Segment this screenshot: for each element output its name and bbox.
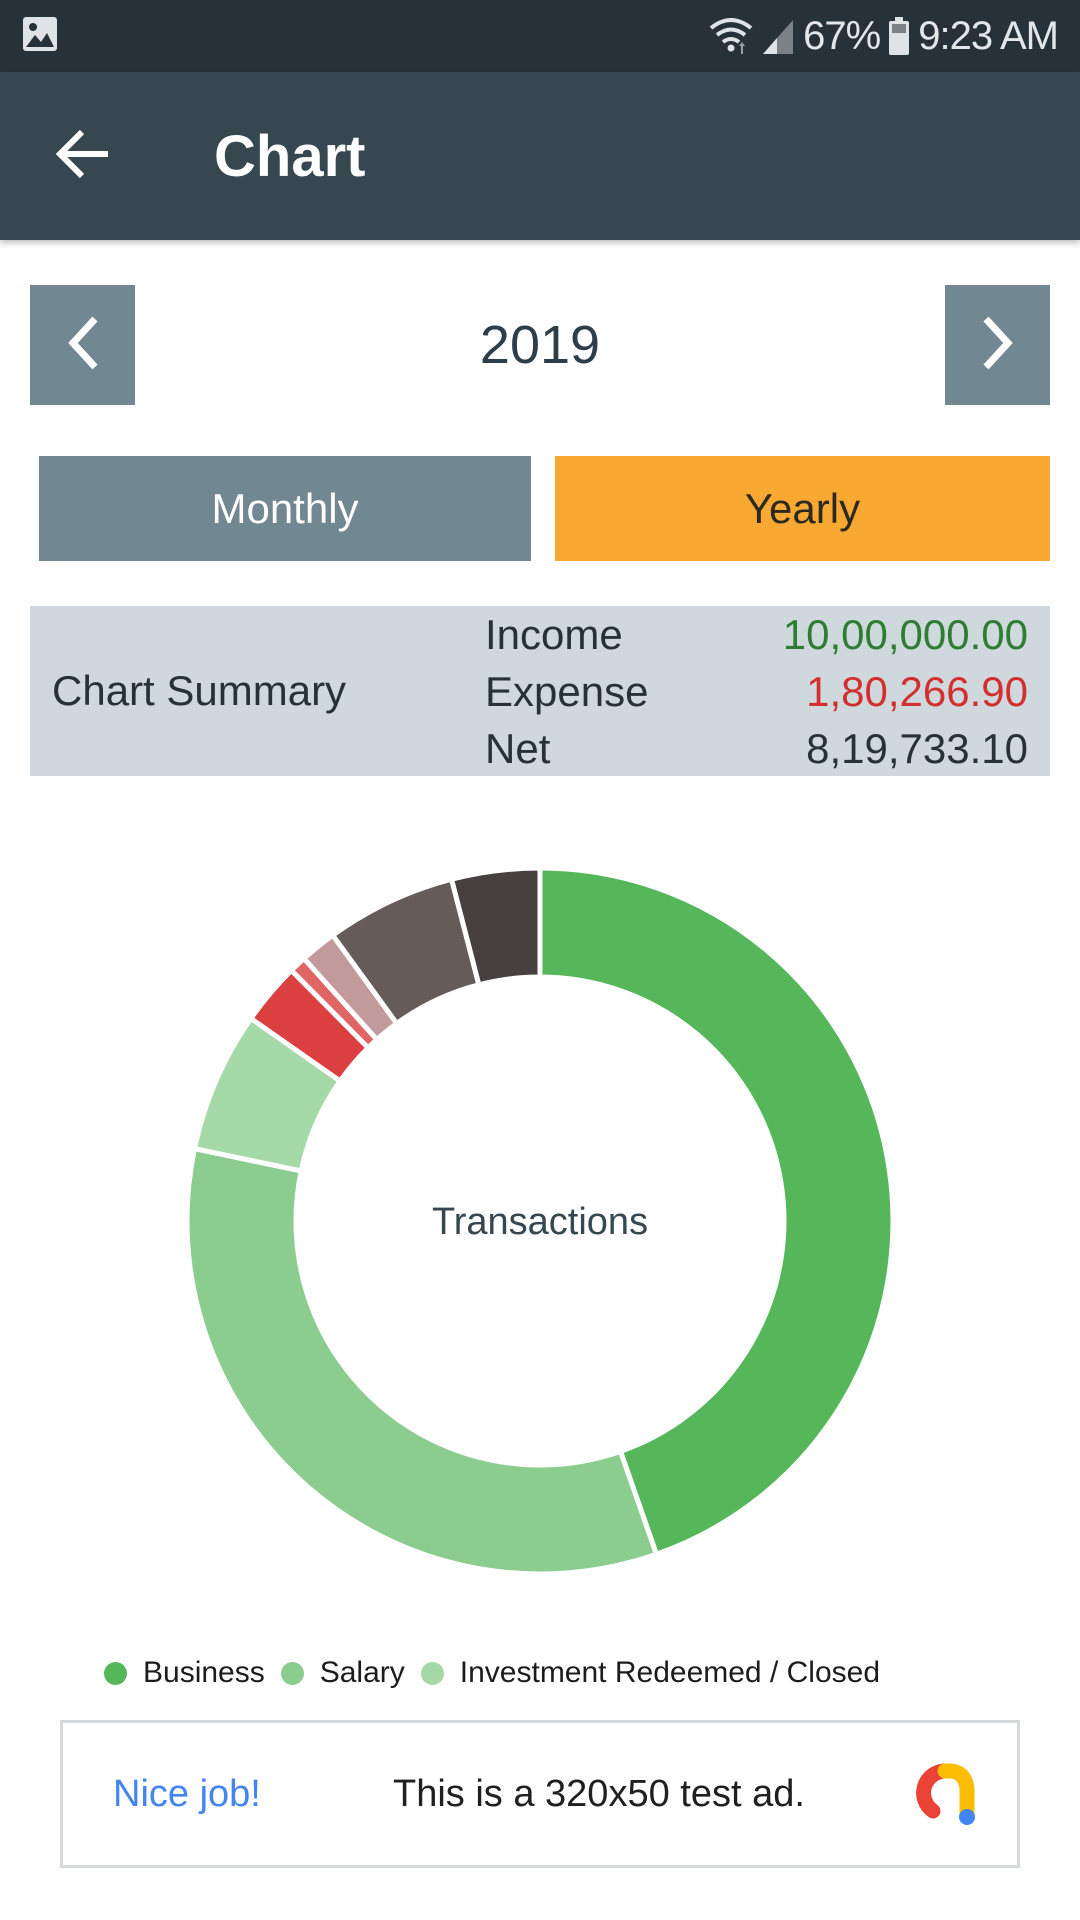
back-button[interactable] — [34, 106, 134, 206]
donut-chart-svg: Transactions — [184, 865, 896, 1577]
legend-dot — [104, 1661, 127, 1685]
arrow-left-icon — [55, 129, 112, 184]
expense-label: Expense — [485, 667, 649, 715]
legend-item-salary[interactable]: Salary — [280, 1656, 405, 1690]
clock: 9:23 AM — [918, 13, 1059, 58]
donut-chart: Transactions — [0, 840, 1080, 1620]
legend-dot — [420, 1661, 444, 1685]
income-value: 10,00,000.00 — [782, 610, 1028, 658]
summary-row-expense: Expense 1,80,266.90 — [485, 663, 1028, 720]
battery-icon — [888, 16, 910, 56]
expense-value: 1,80,266.90 — [806, 667, 1028, 715]
legend-label: Salary — [319, 1656, 405, 1689]
previous-year-button[interactable] — [30, 285, 135, 405]
legend-item-business[interactable]: Business — [104, 1656, 265, 1690]
signal-icon — [761, 16, 795, 56]
battery-percent: 67% — [803, 13, 881, 58]
monthly-tab[interactable]: Monthly — [39, 456, 531, 561]
summary-title: Chart Summary — [52, 667, 347, 714]
chevron-left-icon — [65, 315, 101, 376]
period-toggle: Monthly Yearly — [39, 456, 1050, 561]
income-label: Income — [485, 610, 623, 658]
legend-label: Business — [143, 1656, 265, 1689]
ad-headline[interactable]: Nice job! — [113, 1723, 261, 1865]
legend-dot — [280, 1661, 304, 1685]
next-year-button[interactable] — [945, 285, 1050, 405]
chart-summary: Chart Summary Income 10,00,000.00 Expens… — [30, 606, 1050, 776]
ad-logo-icon[interactable] — [911, 1759, 983, 1831]
legend-item-investment[interactable]: Investment Redeemed / Closed — [420, 1656, 881, 1690]
net-label: Net — [485, 724, 551, 772]
net-value: 8,19,733.10 — [806, 724, 1028, 772]
page-title: Chart — [214, 123, 366, 189]
image-icon — [22, 16, 58, 57]
yearly-tab[interactable]: Yearly — [555, 456, 1050, 561]
ad-body[interactable]: This is a 320x50 test ad. — [393, 1723, 805, 1865]
ad-banner[interactable]: Nice job! This is a 320x50 test ad. — [60, 1720, 1020, 1868]
summary-row-net: Net 8,19,733.10 — [485, 720, 1028, 777]
year-navigator: 2019 — [30, 285, 1050, 405]
status-bar: 67% 9:23 AM — [0, 0, 1080, 72]
chart-legend: Business Salary Investment Redeemed / Cl… — [104, 1648, 896, 1698]
chevron-right-icon — [980, 315, 1016, 376]
legend-label: Investment Redeemed / Closed — [459, 1656, 881, 1689]
donut-center-label: Transactions — [432, 1201, 648, 1243]
app-bar: Chart — [0, 72, 1080, 240]
wifi-icon — [709, 16, 753, 56]
summary-row-income: Income 10,00,000.00 — [485, 606, 1028, 663]
year-label: 2019 — [479, 315, 601, 375]
